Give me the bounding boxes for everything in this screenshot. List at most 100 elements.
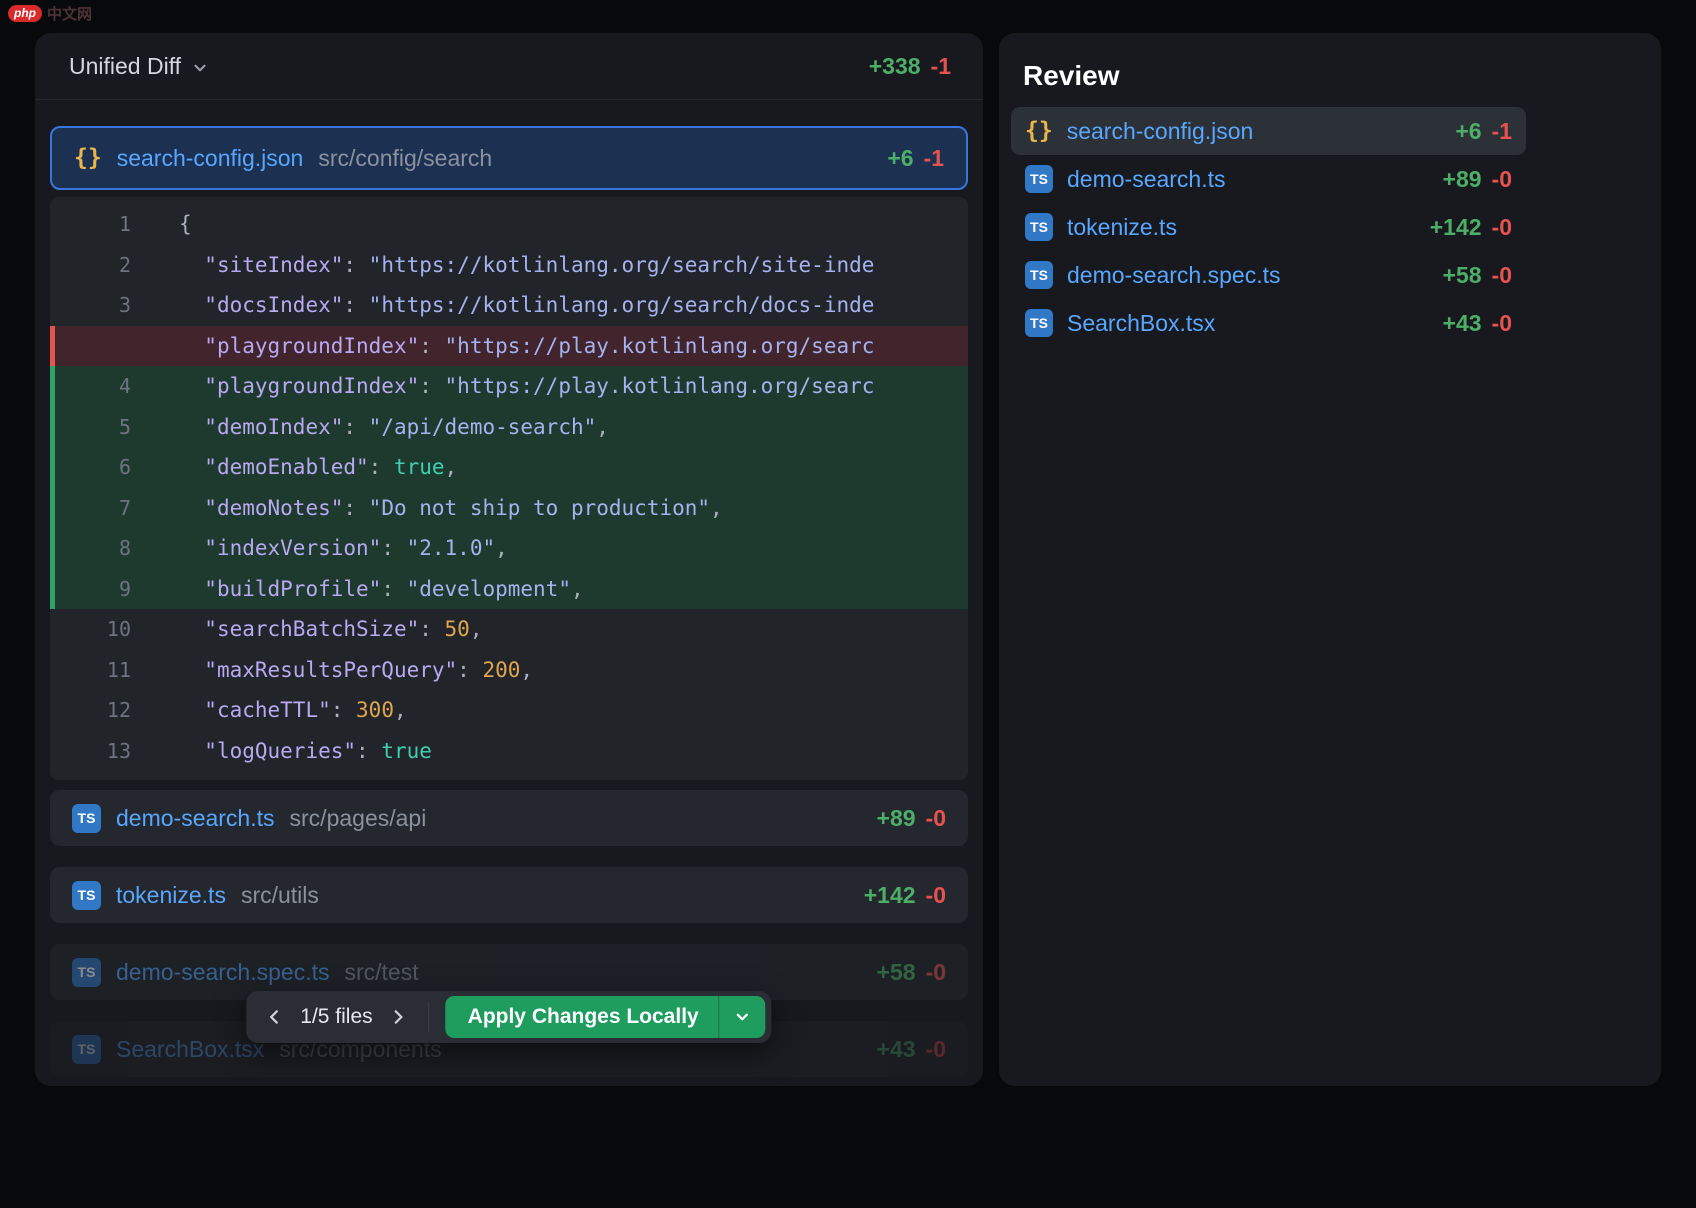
file-diff-counts: +6-1 xyxy=(1455,118,1512,145)
code-text: "siteIndex": "https://kotlinlang.org/sea… xyxy=(131,253,874,277)
code-token xyxy=(179,536,204,560)
code-token: "logQueries" xyxy=(204,739,356,763)
file-pager-position: 1/5 files xyxy=(296,1005,376,1029)
code-token: "indexVersion" xyxy=(204,536,381,560)
line-number: 11 xyxy=(55,658,131,682)
file-bar-tokenize.ts[interactable]: TStokenize.tssrc/utils+142-0 xyxy=(50,867,968,923)
code-text: "maxResultsPerQuery": 200, xyxy=(131,658,533,682)
code-token xyxy=(179,334,204,358)
code-token: : xyxy=(343,496,368,520)
code-token: "development" xyxy=(407,577,571,601)
view-mode-dropdown[interactable]: Unified Diff xyxy=(69,53,209,80)
file-path: src/utils xyxy=(241,882,319,909)
file-removed: -0 xyxy=(926,805,946,832)
code-token: 300 xyxy=(356,698,394,722)
file-diff-counts: +89 -0 xyxy=(877,805,946,832)
file-path: src/pages/api xyxy=(290,805,427,832)
file-path: src/config/search xyxy=(318,145,492,172)
code-token: "buildProfile" xyxy=(204,577,381,601)
code-token xyxy=(179,374,204,398)
file-bar-demo-search.ts[interactable]: TS demo-search.ts src/pages/api +89 -0 xyxy=(50,790,968,846)
file-name: tokenize.ts xyxy=(116,882,226,909)
code-token: , xyxy=(470,617,483,641)
code-token: , xyxy=(394,698,407,722)
code-line-add: 4 "playgroundIndex": "https://play.kotli… xyxy=(50,366,968,407)
code-token: : xyxy=(343,415,368,439)
code-text: "indexVersion": "2.1.0", xyxy=(131,536,508,560)
review-item-demo-search.ts[interactable]: TSdemo-search.ts+89-0 xyxy=(1011,155,1526,203)
review-item-tokenize.ts[interactable]: TStokenize.ts+142-0 xyxy=(1011,203,1526,251)
file-added: +6 xyxy=(1455,118,1481,145)
file-removed: -0 xyxy=(1492,310,1512,337)
line-number: 1 xyxy=(55,212,131,236)
ts-file-icon: TS xyxy=(72,958,101,987)
file-name: demo-search.ts xyxy=(116,805,275,832)
chevron-left-icon xyxy=(264,1007,284,1027)
watermark-text: 中文网 xyxy=(47,3,92,24)
code-token: , xyxy=(710,496,723,520)
code-line-ctx: 10 "searchBatchSize": 50, xyxy=(50,609,968,650)
ts-file-icon: TS xyxy=(72,804,101,833)
file-added: +6 xyxy=(887,145,913,172)
line-number: 6 xyxy=(55,455,131,479)
code-line-del: "playgroundIndex": "https://play.kotlinl… xyxy=(50,326,968,367)
code-token: "/api/demo-search" xyxy=(369,415,597,439)
code-token: : xyxy=(343,293,368,317)
diff-body: {} search-config.json src/config/search … xyxy=(35,100,983,1077)
code-token xyxy=(179,415,204,439)
review-title: Review xyxy=(1023,59,1649,93)
code-token: "https://kotlinlang.org/search/site-inde xyxy=(369,253,875,277)
code-line-ctx: 11 "maxResultsPerQuery": 200, xyxy=(50,650,968,691)
code-token: 200 xyxy=(482,658,520,682)
file-added: +89 xyxy=(877,805,916,832)
code-token xyxy=(179,698,204,722)
line-number: 2 xyxy=(55,253,131,277)
code-token: true xyxy=(381,739,432,763)
code-text: "cacheTTL": 300, xyxy=(131,698,407,722)
code-line-add: 7 "demoNotes": "Do not ship to productio… xyxy=(50,488,968,529)
review-item-SearchBox.tsx[interactable]: TSSearchBox.tsx+43-0 xyxy=(1011,299,1526,347)
code-token: : xyxy=(457,658,482,682)
file-card-search-config[interactable]: {} search-config.json src/config/search … xyxy=(50,126,968,190)
code-token: : xyxy=(356,739,381,763)
file-diff-counts: +6 -1 xyxy=(887,145,944,172)
total-removed: -1 xyxy=(931,53,951,80)
file-removed: -0 xyxy=(1492,214,1512,241)
code-token: : xyxy=(419,334,444,358)
review-panel: Review {}search-config.json+6-1TSdemo-se… xyxy=(999,33,1661,1086)
code-text: "playgroundIndex": "https://play.kotlinl… xyxy=(131,374,874,398)
total-diff-counts: +338 -1 xyxy=(869,53,951,80)
code-token xyxy=(179,577,204,601)
code-token: true xyxy=(394,455,445,479)
code-token: "playgroundIndex" xyxy=(204,374,419,398)
file-name: tokenize.ts xyxy=(1067,214,1177,241)
code-token: "https://play.kotlinlang.org/searc xyxy=(445,374,875,398)
pager-divider xyxy=(429,1002,430,1032)
file-name: demo-search.spec.ts xyxy=(1067,262,1280,289)
file-added: +58 xyxy=(1443,262,1482,289)
apply-changes-label: Apply Changes Locally xyxy=(468,1005,719,1029)
code-token: : xyxy=(343,253,368,277)
file-diff-counts: +142-0 xyxy=(1430,214,1512,241)
code-token: "siteIndex" xyxy=(204,253,343,277)
code-token: : xyxy=(331,698,356,722)
line-number: 13 xyxy=(55,739,131,763)
line-number: 7 xyxy=(55,496,131,520)
prev-file-button[interactable] xyxy=(256,999,292,1035)
code-line-add: 6 "demoEnabled": true, xyxy=(50,447,968,488)
review-item-search-config.json[interactable]: {}search-config.json+6-1 xyxy=(1011,107,1526,155)
code-token: , xyxy=(445,455,458,479)
file-diff-counts: +43-0 xyxy=(877,1036,946,1063)
file-removed: -0 xyxy=(926,959,946,986)
code-token: : xyxy=(419,617,444,641)
review-item-demo-search.spec.ts[interactable]: TSdemo-search.spec.ts+58-0 xyxy=(1011,251,1526,299)
chevron-right-icon xyxy=(389,1007,409,1027)
code-text: "demoNotes": "Do not ship to production"… xyxy=(131,496,723,520)
next-file-button[interactable] xyxy=(381,999,417,1035)
apply-options-toggle[interactable] xyxy=(720,996,766,1038)
code-line-add: 9 "buildProfile": "development", xyxy=(50,569,968,610)
apply-changes-button[interactable]: Apply Changes Locally xyxy=(446,996,766,1038)
file-added: +58 xyxy=(877,959,916,986)
file-name: demo-search.spec.ts xyxy=(116,959,329,986)
code-token: "demoIndex" xyxy=(204,415,343,439)
